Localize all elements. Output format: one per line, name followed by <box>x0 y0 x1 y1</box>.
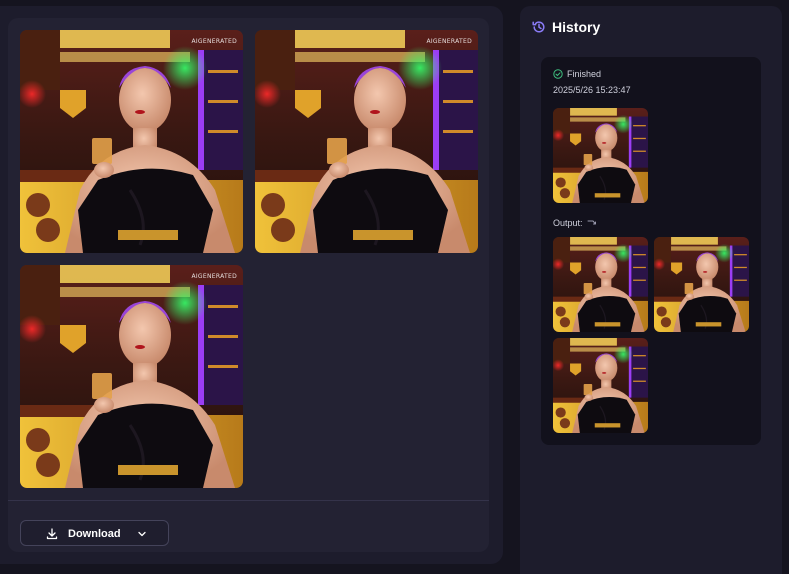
results-card: AIGENERATED AIGENERATED AIGENERATED Down… <box>8 18 489 552</box>
results-panel: AIGENERATED AIGENERATED AIGENERATED Down… <box>0 6 503 564</box>
watermark-text: AIGENERATED <box>191 38 237 45</box>
download-icon <box>46 528 58 540</box>
output-label-text: Output: <box>553 218 583 228</box>
history-panel: History Finished 2025/5/26 15:23:47 Outp… <box>520 6 782 574</box>
divider <box>8 500 489 501</box>
output-thumbnail[interactable] <box>553 237 648 332</box>
timestamp: 2025/5/26 15:23:47 <box>553 85 631 95</box>
history-entry[interactable]: Finished 2025/5/26 15:23:47 Output: <box>541 57 761 445</box>
output-image[interactable]: AIGENERATED <box>20 30 243 253</box>
download-button[interactable]: Download <box>20 520 169 546</box>
output-label: Output: <box>553 218 598 228</box>
history-icon <box>532 21 545 33</box>
output-image[interactable]: AIGENERATED <box>20 265 243 488</box>
status-row: Finished <box>553 69 601 79</box>
output-thumbnail[interactable] <box>553 338 648 433</box>
output-thumbnail[interactable] <box>654 237 749 332</box>
output-grid: AIGENERATED AIGENERATED AIGENERATED <box>8 18 489 500</box>
status-text: Finished <box>567 69 602 79</box>
input-thumbnail[interactable] <box>553 108 648 203</box>
output-image[interactable]: AIGENERATED <box>255 30 478 253</box>
watermark-text: AIGENERATED <box>426 38 472 45</box>
arrow-down-right-icon <box>587 220 596 224</box>
watermark-text: AIGENERATED <box>191 273 237 280</box>
history-title: History <box>552 19 601 35</box>
download-label: Download <box>68 528 121 540</box>
check-circle-icon <box>553 69 563 79</box>
history-header: History <box>532 19 600 35</box>
chevron-down-icon[interactable] <box>137 529 147 539</box>
